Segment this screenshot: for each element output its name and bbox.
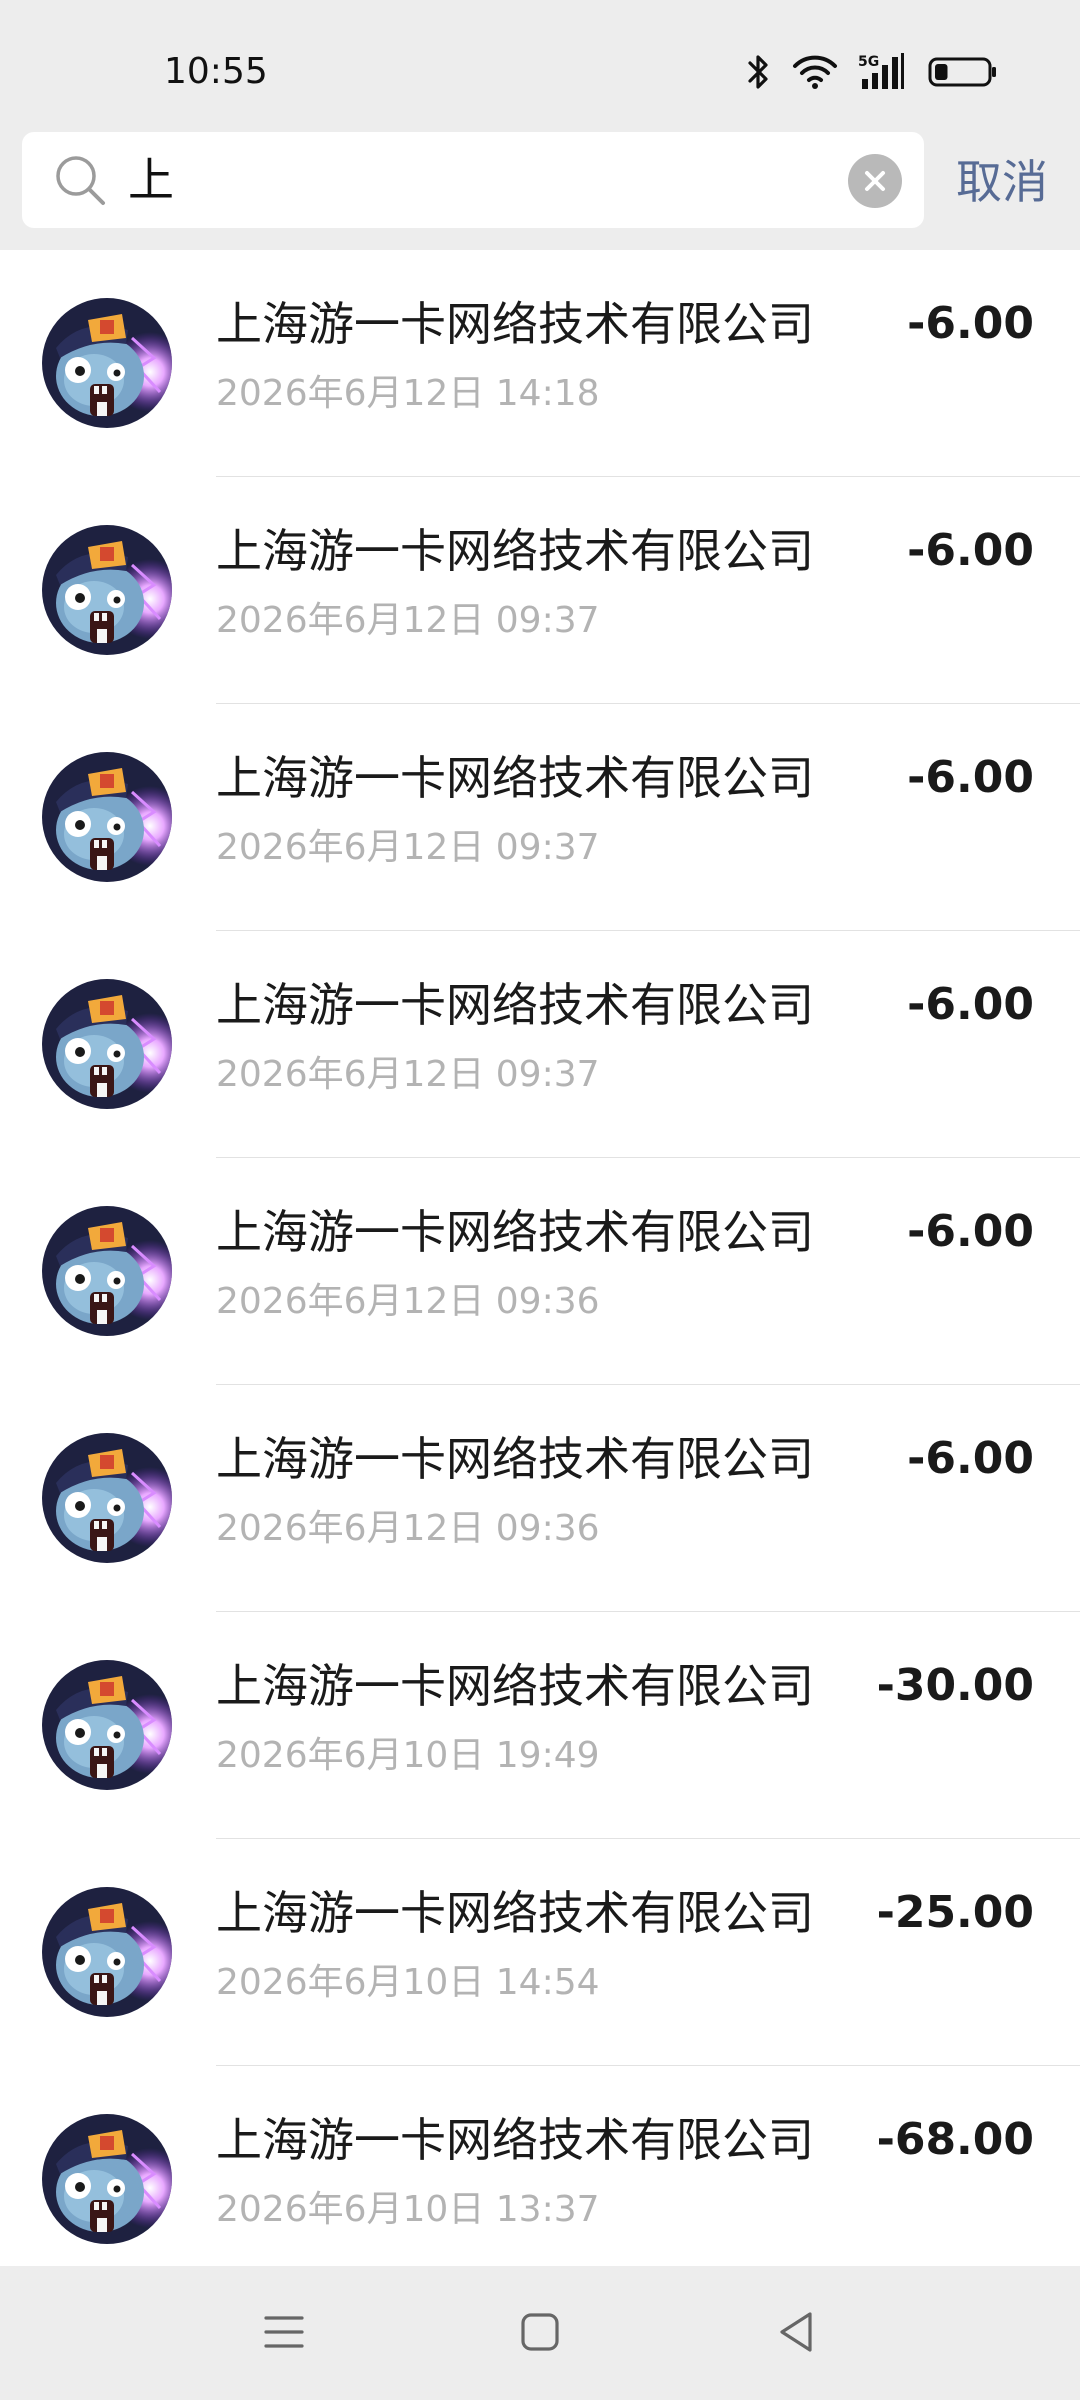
transaction-row[interactable]: 上海游一卡网络技术有限公司 2026年6月12日 09:37 -6.00 <box>0 704 1080 931</box>
transaction-amount: -68.00 <box>876 2114 1034 2165</box>
status-time: 10:55 <box>164 51 268 92</box>
transaction-time: 2026年6月12日 09:36 <box>216 1281 600 1322</box>
transaction-row[interactable]: 上海游一卡网络技术有限公司 2026年6月10日 13:37 -68.00 <box>0 2066 1080 2266</box>
transaction-time: 2026年6月12日 09:36 <box>216 1508 600 1549</box>
merchant-name: 上海游一卡网络技术有限公司 <box>216 1205 814 1259</box>
merchant-name: 上海游一卡网络技术有限公司 <box>216 1659 814 1713</box>
zombie-avatar-icon <box>42 298 172 428</box>
merchant-avatar <box>42 1433 172 1563</box>
merchant-avatar <box>42 298 172 428</box>
merchant-name: 上海游一卡网络技术有限公司 <box>216 1432 814 1486</box>
transaction-time: 2026年6月10日 13:37 <box>216 2189 600 2230</box>
menu-icon[interactable] <box>258 2306 310 2358</box>
5g-signal-icon: 5G <box>858 53 908 91</box>
transaction-amount: -6.00 <box>907 525 1034 576</box>
status-icons: 5G <box>746 50 998 94</box>
status-bar: 10:55 5G <box>0 0 1080 130</box>
transaction-list: 上海游一卡网络技术有限公司 2026年6月12日 14:18 -6.00 上海游… <box>0 250 1080 2266</box>
transaction-row[interactable]: 上海游一卡网络技术有限公司 2026年6月10日 19:49 -30.00 <box>0 1612 1080 1839</box>
zombie-avatar-icon <box>42 1433 172 1563</box>
transaction-row[interactable]: 上海游一卡网络技术有限公司 2026年6月10日 14:54 -25.00 <box>0 1839 1080 2066</box>
merchant-avatar <box>42 1887 172 2017</box>
search-query[interactable]: 上 <box>128 150 174 210</box>
transaction-amount: -25.00 <box>876 1887 1034 1938</box>
merchant-avatar <box>42 979 172 1109</box>
zombie-avatar-icon <box>42 525 172 655</box>
transaction-amount: -6.00 <box>907 1433 1034 1484</box>
close-icon <box>865 171 885 191</box>
transaction-time: 2026年6月10日 14:54 <box>216 1962 600 2003</box>
cancel-button[interactable]: 取消 <box>956 152 1048 212</box>
transaction-row[interactable]: 上海游一卡网络技术有限公司 2026年6月12日 09:36 -6.00 <box>0 1158 1080 1385</box>
home-icon[interactable] <box>514 2306 566 2358</box>
merchant-name: 上海游一卡网络技术有限公司 <box>216 751 814 805</box>
transaction-amount: -6.00 <box>907 1206 1034 1257</box>
svg-text:5G: 5G <box>858 54 879 70</box>
merchant-avatar <box>42 2114 172 2244</box>
transaction-time: 2026年6月12日 14:18 <box>216 373 600 414</box>
merchant-avatar <box>42 752 172 882</box>
merchant-name: 上海游一卡网络技术有限公司 <box>216 297 814 351</box>
transaction-amount: -6.00 <box>907 298 1034 349</box>
transaction-row[interactable]: 上海游一卡网络技术有限公司 2026年6月12日 14:18 -6.00 <box>0 250 1080 477</box>
transaction-time: 2026年6月12日 09:37 <box>216 600 600 641</box>
zombie-avatar-icon <box>42 1887 172 2017</box>
zombie-avatar-icon <box>42 1660 172 1790</box>
merchant-avatar <box>42 1206 172 1336</box>
back-icon[interactable] <box>770 2306 822 2358</box>
search-header: 上 取消 <box>0 130 1080 250</box>
search-icon <box>52 152 108 208</box>
system-nav-bar <box>0 2266 1080 2400</box>
transaction-time: 2026年6月12日 09:37 <box>216 1054 600 1095</box>
zombie-avatar-icon <box>42 1206 172 1336</box>
transaction-time: 2026年6月12日 09:37 <box>216 827 600 868</box>
merchant-name: 上海游一卡网络技术有限公司 <box>216 978 814 1032</box>
transaction-amount: -30.00 <box>876 1660 1034 1711</box>
wifi-icon <box>792 54 838 90</box>
merchant-avatar <box>42 1660 172 1790</box>
zombie-avatar-icon <box>42 2114 172 2244</box>
merchant-name: 上海游一卡网络技术有限公司 <box>216 524 814 578</box>
transaction-amount: -6.00 <box>907 752 1034 803</box>
zombie-avatar-icon <box>42 979 172 1109</box>
transaction-time: 2026年6月10日 19:49 <box>216 1735 600 1776</box>
merchant-name: 上海游一卡网络技术有限公司 <box>216 2113 814 2167</box>
clear-search-button[interactable] <box>848 154 902 208</box>
search-input[interactable]: 上 <box>22 132 924 228</box>
zombie-avatar-icon <box>42 752 172 882</box>
transaction-row[interactable]: 上海游一卡网络技术有限公司 2026年6月12日 09:37 -6.00 <box>0 477 1080 704</box>
transaction-row[interactable]: 上海游一卡网络技术有限公司 2026年6月12日 09:36 -6.00 <box>0 1385 1080 1612</box>
bluetooth-icon <box>746 53 772 91</box>
battery-icon <box>928 55 998 89</box>
merchant-avatar <box>42 525 172 655</box>
transaction-amount: -6.00 <box>907 979 1034 1030</box>
transaction-row[interactable]: 上海游一卡网络技术有限公司 2026年6月12日 09:37 -6.00 <box>0 931 1080 1158</box>
merchant-name: 上海游一卡网络技术有限公司 <box>216 1886 814 1940</box>
